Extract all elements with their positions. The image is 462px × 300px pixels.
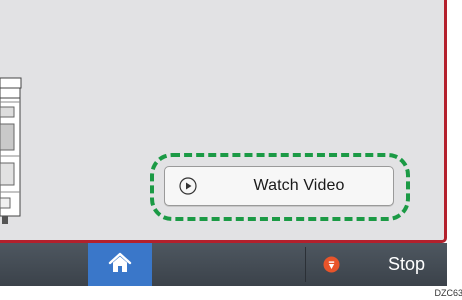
printer-illustration [0, 77, 22, 224]
control-panel-screen: Watch Video [0, 0, 447, 243]
watch-video-label: Watch Video [253, 177, 345, 194]
play-circle-icon [179, 177, 197, 195]
stop-button[interactable]: Stop [306, 243, 447, 286]
figure: Watch Video Stop DZC630 [0, 0, 462, 300]
watch-video-button[interactable]: Watch Video [164, 166, 394, 206]
stop-icon [323, 256, 340, 273]
stop-label: Stop [388, 254, 426, 274]
home-icon [108, 252, 132, 272]
figure-id-label: DZC630 [434, 288, 462, 298]
home-button[interactable] [88, 243, 152, 286]
bottom-system-bar: Stop [0, 243, 447, 286]
